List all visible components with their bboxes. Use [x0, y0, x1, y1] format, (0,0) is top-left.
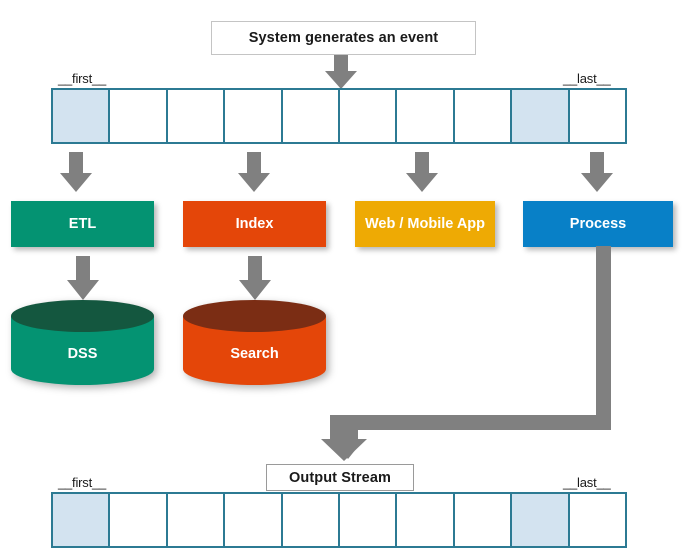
datastore-cylinder-dss[interactable]: DSS [11, 300, 154, 385]
consumer-box-index[interactable]: Index [183, 201, 326, 247]
input-buffer-cell-6[interactable] [397, 90, 455, 142]
input-buffer-cell-5[interactable] [340, 90, 398, 142]
arrow-etl-to-dss [67, 256, 99, 300]
consumer-box-process[interactable]: Process [523, 201, 673, 247]
input-buffer-cell-7[interactable] [454, 90, 513, 142]
output-buffer-cell-8[interactable] [512, 494, 570, 546]
input-buffer-cell-9[interactable] [569, 90, 626, 142]
consumer-label-etl: ETL [68, 216, 97, 232]
arrow-input-buffer-to-index [238, 152, 270, 192]
datastore-label-dss: DSS [67, 346, 98, 362]
consumer-box-etl[interactable]: ETL [11, 201, 154, 247]
consumer-label-process: Process [569, 216, 627, 232]
datastore-cylinder-search[interactable]: Search [183, 300, 326, 385]
input-buffer-cell-4[interactable] [282, 90, 341, 142]
dss-cylinder-shape [11, 300, 154, 385]
output-buffer-cell-1[interactable] [110, 494, 168, 546]
arrow-process-to-output-stream [321, 246, 611, 461]
arrow-system-to-input-buffer [325, 55, 357, 89]
input-buffer-cell-8[interactable] [512, 90, 570, 142]
input-buffer-cell-3[interactable] [225, 90, 283, 142]
output-stream-label: Output Stream [289, 469, 391, 486]
input-buffer-cell-1[interactable] [110, 90, 168, 142]
system-generates-event-label: System generates an event [248, 30, 439, 46]
output-buffer-cell-4[interactable] [282, 494, 341, 546]
arrow-index-to-search [239, 256, 271, 300]
output-buffer-cell-2[interactable] [167, 494, 226, 546]
arrow-input-buffer-to-web [406, 152, 438, 192]
input-buffer-first-label: __first__ [58, 71, 107, 86]
output-event-buffer[interactable] [51, 492, 627, 548]
system-generates-event-box: System generates an event [211, 21, 476, 55]
output-buffer-cell-5[interactable] [340, 494, 398, 546]
diagram-canvas: System generates an event __first__ __la… [0, 0, 690, 560]
output-buffer-cell-3[interactable] [225, 494, 283, 546]
arrow-input-buffer-to-etl [60, 152, 92, 192]
consumer-label-index: Index [235, 216, 274, 232]
output-buffer-cell-6[interactable] [397, 494, 455, 546]
output-buffer-first-label: __first__ [58, 475, 107, 490]
output-buffer-cell-7[interactable] [454, 494, 513, 546]
datastore-label-search: Search [230, 346, 279, 362]
input-buffer-cell-2[interactable] [167, 90, 226, 142]
input-buffer-cell-0[interactable] [53, 90, 111, 142]
input-buffer-last-label: __last__ [563, 71, 611, 86]
consumer-box-web-mobile-app[interactable]: Web / Mobile App [355, 201, 495, 247]
output-stream-box: Output Stream [266, 464, 414, 491]
arrow-input-buffer-to-process [581, 152, 613, 192]
input-event-buffer[interactable] [51, 88, 627, 144]
consumer-label-web-mobile-app: Web / Mobile App [364, 216, 486, 232]
search-cylinder-shape [183, 300, 326, 385]
output-buffer-cell-0[interactable] [53, 494, 111, 546]
output-buffer-cell-9[interactable] [569, 494, 626, 546]
output-buffer-last-label: __last__ [563, 475, 611, 490]
